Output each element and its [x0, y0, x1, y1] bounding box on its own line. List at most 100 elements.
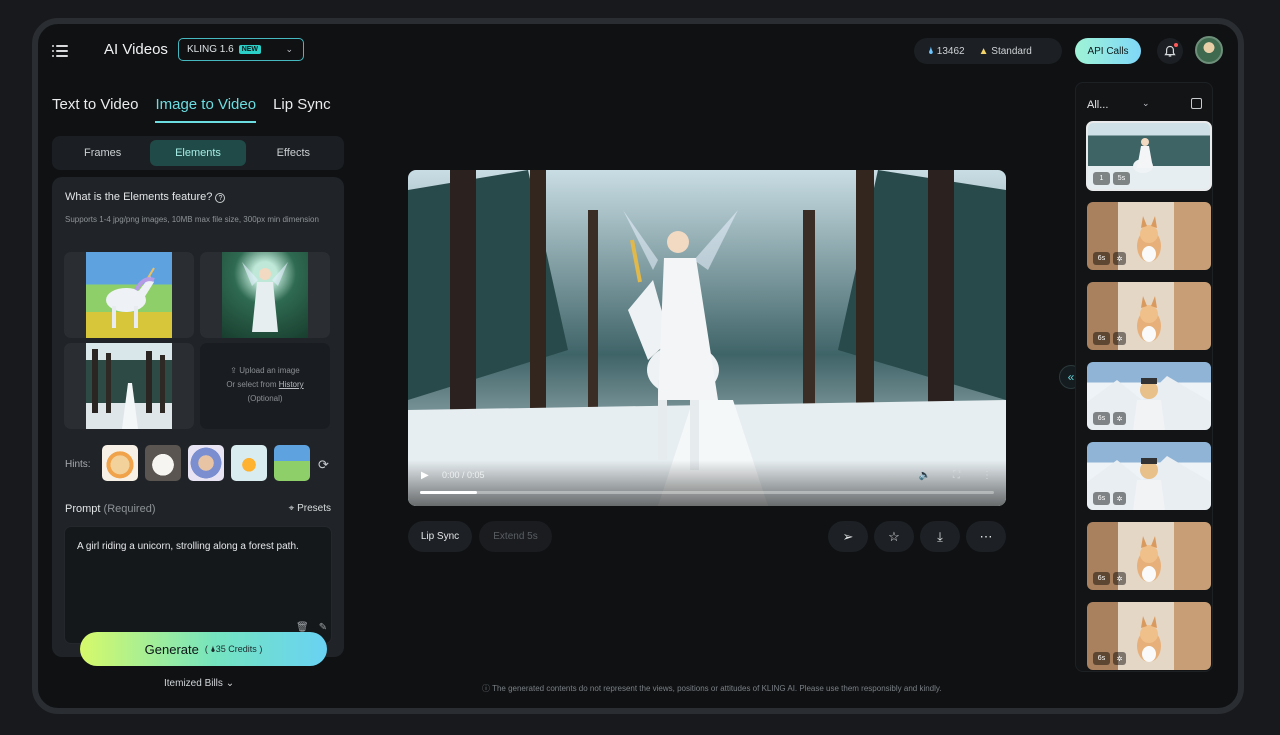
model-select[interactable]: KLING 1.6 NEW ⌄ [178, 38, 304, 61]
elements-panel: What is the Elements feature? ? Supports… [52, 177, 344, 657]
hint-thumb-1[interactable] [102, 445, 138, 481]
hint-thumb-5[interactable] [274, 445, 310, 481]
edit-icon[interactable]: ✎ [319, 622, 327, 633]
hint-thumb-3[interactable] [188, 445, 224, 481]
notification-button[interactable] [1157, 38, 1183, 64]
credits-value: 13462 [936, 45, 965, 57]
hints-label: Hints: [65, 459, 91, 470]
element-image-2[interactable] [200, 252, 330, 338]
favorite-button[interactable]: ☆ [874, 521, 914, 552]
new-badge: NEW [238, 45, 262, 54]
tab-text-to-video[interactable]: Text to Video [52, 96, 138, 123]
share-button[interactable]: ➢ [828, 521, 868, 552]
snowy-forest-image [92, 349, 165, 429]
history-filter[interactable]: All... [1087, 99, 1108, 111]
play-icon[interactable]: ▶ [421, 470, 429, 481]
chevron-down-icon: ⌄ [285, 44, 293, 54]
history-item-favorite[interactable]: ✲ [1113, 652, 1126, 665]
history-item-duration: 6s [1093, 652, 1110, 665]
history-item-3[interactable]: 6s ✲ [1087, 282, 1211, 350]
api-calls-button[interactable]: API Calls [1075, 38, 1141, 64]
video-controls: ▶ 0:00 / 0:05 🔈 ⛶ ⋮ [408, 460, 1006, 506]
elements-question-text: What is the Elements feature? [65, 191, 213, 203]
prompt-label-text: Prompt [65, 503, 101, 515]
upload-text: Upload an image [239, 366, 300, 375]
extend-button[interactable]: Extend 5s [479, 521, 552, 552]
tab-elements[interactable]: Elements [150, 140, 246, 166]
history-item-favorite[interactable]: ✲ [1113, 252, 1126, 265]
upload-image-slot[interactable]: ⇪ Upload an image Or select from History… [200, 343, 330, 429]
generate-button[interactable]: Generate ( 🌢35 Credits ) [80, 632, 327, 666]
history-item-index: 1 [1093, 172, 1110, 185]
plan-label: ▲ Standard [979, 46, 1032, 57]
refresh-icon[interactable]: ⟳ [318, 457, 329, 473]
info-icon: ⓘ [482, 684, 490, 693]
video-progress-bar[interactable] [420, 491, 994, 494]
more-horizontal-icon: ⋯ [979, 528, 993, 544]
more-button[interactable]: ⋯ [966, 521, 1006, 552]
history-item-favorite[interactable]: ✲ [1113, 572, 1126, 585]
history-line: Or select from History [200, 378, 330, 392]
avatar[interactable] [1195, 36, 1223, 64]
optional-label: (Optional) [247, 394, 283, 403]
app-title: AI Videos [104, 41, 168, 58]
disclaimer: ⓘ The generated contents do not represen… [482, 683, 942, 694]
chevron-down-icon: ⌄ [225, 678, 235, 689]
video-player[interactable]: ▶ 0:00 / 0:05 🔈 ⛶ ⋮ [408, 170, 1006, 506]
tab-lip-sync[interactable]: Lip Sync [273, 96, 331, 123]
element-image-3[interactable] [64, 343, 194, 429]
history-item-1[interactable]: 1 5s [1086, 121, 1212, 191]
star-icon: ☆ [888, 528, 900, 544]
notification-dot [1174, 43, 1178, 47]
element-image-1[interactable] [64, 252, 194, 338]
mode-tabs: Text to Video Image to Video Lip Sync [52, 96, 331, 123]
disclaimer-text: The generated contents do not represent … [492, 684, 942, 693]
more-vertical-icon[interactable]: ⋮ [982, 470, 992, 481]
lip-sync-button[interactable]: Lip Sync [408, 521, 472, 552]
history-item-6[interactable]: 6s ✲ [1087, 522, 1211, 590]
history-item-4[interactable]: 6s ✲ [1087, 362, 1211, 430]
itemized-bills[interactable]: Itemized Bills ⌄ [164, 678, 234, 689]
chevron-down-icon[interactable]: ⌄ [1142, 98, 1150, 109]
history-item-favorite[interactable]: ✲ [1113, 412, 1126, 425]
copy-icon[interactable] [1191, 98, 1202, 109]
prompt-input[interactable]: A girl riding a unicorn, strolling along… [64, 526, 332, 644]
fairy-girl-image [242, 262, 288, 332]
presets-label: Presets [297, 503, 331, 514]
menu-icon[interactable] [52, 42, 72, 60]
volume-icon[interactable]: 🔈 [919, 470, 931, 481]
tab-image-to-video[interactable]: Image to Video [155, 96, 257, 123]
prompt-label: Prompt (Required) [65, 503, 156, 515]
history-item-favorite[interactable]: ✲ [1113, 332, 1126, 345]
history-item-duration: 6s [1093, 412, 1110, 425]
credits-pill[interactable]: 🌢 13462 ▲ Standard [914, 38, 1062, 64]
bills-label: Itemized Bills [164, 678, 223, 689]
tab-effects[interactable]: Effects [246, 140, 341, 166]
download-button[interactable]: ⤓ [920, 521, 960, 552]
history-item-7[interactable]: 6s ✲ [1087, 602, 1211, 670]
fullscreen-icon[interactable]: ⛶ [953, 470, 960, 481]
help-icon[interactable]: ? [215, 193, 226, 203]
credits-balance: 🌢 13462 [928, 46, 965, 57]
history-item-duration: 5s [1113, 172, 1130, 185]
elements-question[interactable]: What is the Elements feature? ? [65, 191, 226, 203]
history-item-5[interactable]: 6s ✲ [1087, 442, 1211, 510]
history-link[interactable]: History [279, 380, 304, 389]
hint-thumb-4[interactable] [231, 445, 267, 481]
history-item-duration: 6s [1093, 572, 1110, 585]
video-progress-fill [420, 491, 478, 494]
upload-icon: ⇪ [230, 366, 237, 375]
plan-value: Standard [991, 45, 1032, 57]
generate-label: Generate [144, 641, 199, 657]
video-time: 0:00 / 0:05 [442, 470, 485, 480]
app-window: AI Videos KLING 1.6 NEW ⌄ 🌢 13462 ▲ Stan… [32, 18, 1244, 714]
history-item-duration: 6s [1093, 492, 1110, 505]
generate-credits: ( 🌢35 Credits ) [204, 643, 263, 654]
hint-thumb-2[interactable] [145, 445, 181, 481]
history-item-2[interactable]: 6s ✲ [1087, 202, 1211, 270]
tab-frames[interactable]: Frames [55, 140, 150, 166]
history-item-favorite[interactable]: ✲ [1113, 492, 1126, 505]
history-panel: All... ⌄ 1 5s 6s ✲ 6s ✲ 6s ✲ 6s ✲ 6s ✲ 6… [1075, 82, 1213, 672]
upload-requirements: Supports 1-4 jpg/png images, 10MB max fi… [65, 215, 319, 224]
presets-button[interactable]: ⌖ Presets [289, 503, 331, 514]
